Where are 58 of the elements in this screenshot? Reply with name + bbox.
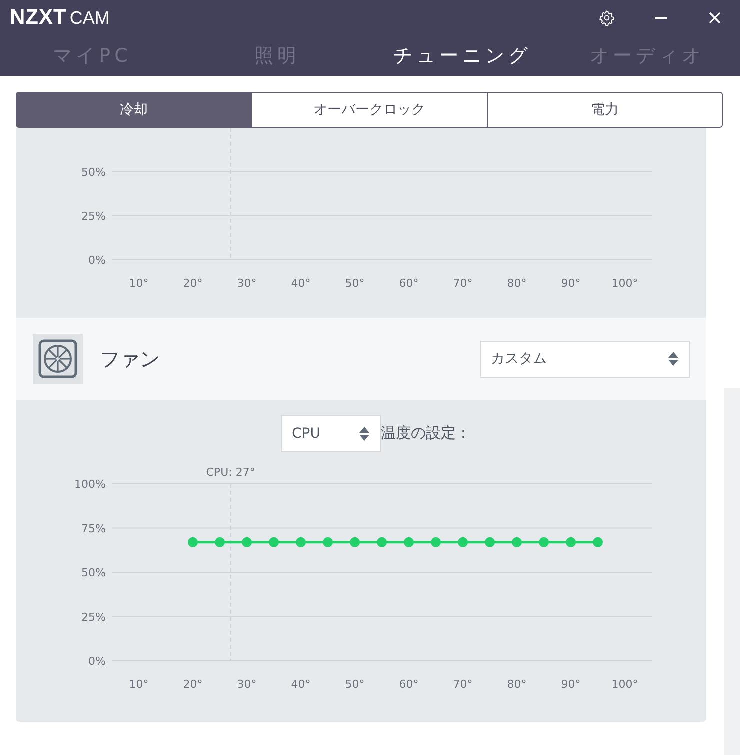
data-point[interactable] xyxy=(566,537,576,548)
axis-label: 10° xyxy=(129,678,149,691)
axis-label: 50% xyxy=(82,166,106,179)
data-point[interactable] xyxy=(431,537,441,548)
axis-label: 60° xyxy=(399,277,419,290)
data-point[interactable] xyxy=(377,537,387,548)
axis-label: 75% xyxy=(82,522,106,536)
fan-icon xyxy=(33,334,83,384)
axis-label: 0% xyxy=(88,655,106,668)
axis-label: 50° xyxy=(345,678,365,691)
mode-dropdown[interactable]: カスタム xyxy=(480,340,690,378)
data-point[interactable] xyxy=(188,537,198,548)
logo-text: NZXT xyxy=(10,6,67,30)
data-point[interactable] xyxy=(296,537,306,548)
axis-label: 20° xyxy=(183,277,203,290)
data-point[interactable] xyxy=(269,537,279,548)
sub-tab[interactable]: 電力 xyxy=(486,92,723,128)
axis-label: 90° xyxy=(561,678,581,691)
data-point[interactable] xyxy=(242,537,252,548)
axis-label: 50° xyxy=(345,277,365,290)
axis-label: 90° xyxy=(561,277,581,290)
sort-arrows-icon xyxy=(359,426,370,442)
axis-label: 60° xyxy=(399,678,419,691)
data-point[interactable] xyxy=(458,537,468,548)
data-point[interactable] xyxy=(404,537,414,548)
axis-label: 50% xyxy=(82,566,106,580)
data-point[interactable] xyxy=(323,537,333,548)
axis-label: 40° xyxy=(291,678,311,691)
nav-tab[interactable]: チューニング xyxy=(370,43,555,69)
axis-label: 80° xyxy=(507,277,527,290)
axis-label: 100° xyxy=(612,277,638,290)
data-point[interactable] xyxy=(512,537,522,548)
source-dropdown[interactable]: CPU xyxy=(281,415,381,452)
fan-title: ファン xyxy=(100,346,160,372)
data-point[interactable] xyxy=(215,537,225,548)
axis-label: 70° xyxy=(453,678,473,691)
data-point[interactable] xyxy=(350,537,360,548)
axis-label: 20° xyxy=(183,678,203,691)
axis-label: 0% xyxy=(88,254,106,267)
axis-label: 25% xyxy=(82,610,106,624)
axis-label: 100° xyxy=(612,678,638,691)
axis-label: 10° xyxy=(129,277,149,290)
axis-label: 30° xyxy=(237,678,257,691)
axis-label: 100% xyxy=(74,478,106,491)
axis-label: 70° xyxy=(453,277,473,290)
sub-tab[interactable]: 冷却 xyxy=(16,92,252,128)
data-point[interactable] xyxy=(485,537,495,548)
axis-label: 40° xyxy=(291,277,311,290)
axis-label: 80° xyxy=(507,678,527,691)
axis-label: 30° xyxy=(237,277,257,290)
product-name: CAM xyxy=(70,8,110,29)
data-point[interactable] xyxy=(539,537,549,548)
axis-label: 25% xyxy=(82,210,106,223)
source-label: 温度の設定： xyxy=(381,424,471,443)
sort-arrows-icon xyxy=(668,351,679,367)
sub-tab[interactable]: オーバークロック xyxy=(251,92,488,128)
marker-label: CPU: 27° xyxy=(206,466,256,479)
data-point[interactable] xyxy=(593,537,603,548)
